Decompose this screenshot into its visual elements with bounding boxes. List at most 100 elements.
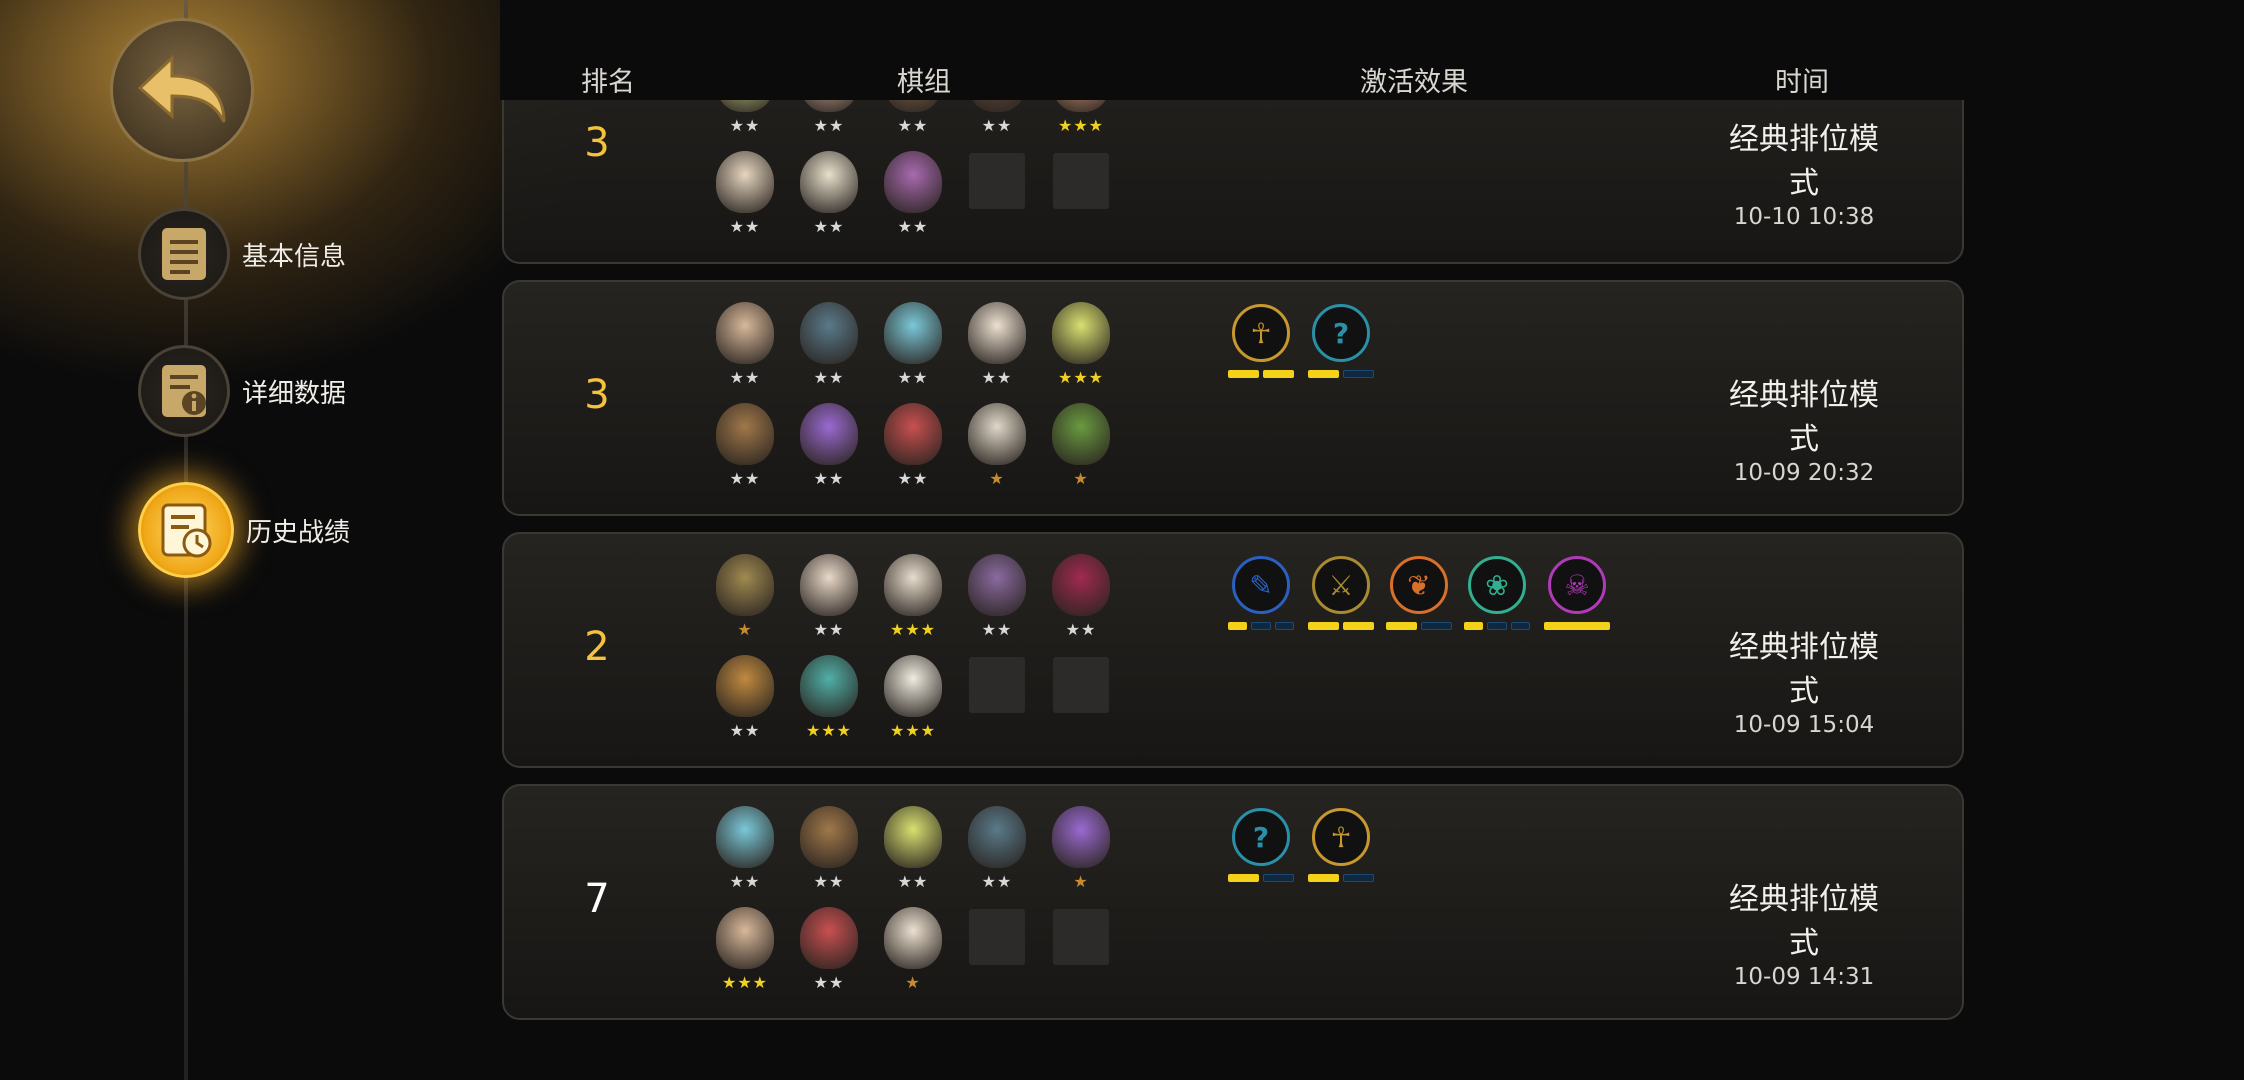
unit-portrait[interactable]: ★★★ bbox=[712, 907, 778, 997]
trait-badge[interactable]: ? bbox=[1308, 304, 1374, 384]
unit-portrait[interactable]: ★★★ bbox=[880, 655, 946, 745]
unit-face-icon bbox=[968, 403, 1026, 465]
nav-label: 基本信息 bbox=[242, 241, 347, 272]
trait-pip bbox=[1464, 622, 1484, 630]
unit-portrait[interactable]: ★★ bbox=[796, 907, 862, 997]
trait-badge[interactable]: ☥ bbox=[1228, 304, 1294, 384]
trait-icon: ? bbox=[1232, 808, 1290, 866]
trait-icon: ☠ bbox=[1548, 556, 1606, 614]
unit-portrait[interactable]: ★★ bbox=[880, 302, 946, 392]
unit-portrait[interactable]: ★★ bbox=[796, 806, 862, 896]
unit-face-icon bbox=[884, 806, 942, 868]
nav-label: 历史战绩 bbox=[246, 517, 351, 548]
unit-stars: ★★ bbox=[729, 872, 761, 891]
unit-portrait[interactable]: ★ bbox=[1048, 806, 1114, 896]
unit-portrait[interactable]: ★★ bbox=[880, 403, 946, 493]
unit-stars: ★★ bbox=[981, 620, 1013, 639]
unit-portrait[interactable]: ★★ bbox=[1048, 554, 1114, 644]
trait-badge[interactable]: ❦ bbox=[1386, 556, 1452, 636]
match-time: 10-10 10:38 bbox=[1733, 204, 1875, 230]
unit-portrait[interactable]: ★★ bbox=[712, 403, 778, 493]
trait-pip bbox=[1343, 622, 1374, 630]
unit-stars: ★★ bbox=[729, 368, 761, 387]
trait-badge[interactable]: ☥ bbox=[1308, 808, 1374, 888]
back-arrow-icon bbox=[137, 54, 226, 123]
table-header: 排名 棋组 激活效果 时间 bbox=[500, 0, 1964, 100]
unit-face-icon bbox=[1052, 806, 1110, 868]
trait-pip bbox=[1228, 874, 1259, 882]
unit-stars: ★★ bbox=[729, 469, 761, 488]
unit-portrait[interactable]: ★★ bbox=[796, 554, 862, 644]
back-button[interactable] bbox=[110, 18, 254, 162]
header-time: 时间 bbox=[1775, 67, 1829, 98]
nav-label: 详细数据 bbox=[242, 378, 347, 409]
match-time: 10-09 20:32 bbox=[1733, 460, 1875, 486]
trait-badge[interactable]: ☠ bbox=[1544, 556, 1610, 636]
unit-portrait[interactable]: ★★★ bbox=[1048, 302, 1114, 392]
unit-portrait[interactable]: ★ bbox=[1048, 403, 1114, 493]
unit-portrait[interactable]: ★★ bbox=[880, 151, 946, 241]
unit-portrait[interactable]: ★★ bbox=[964, 806, 1030, 896]
unit-portrait[interactable]: ★ bbox=[880, 907, 946, 997]
unit-stars: ★★ bbox=[897, 469, 929, 488]
mode-time-block: 经典排位模式 10-09 15:04 bbox=[1725, 622, 1883, 738]
unit-portrait[interactable]: ★★ bbox=[964, 302, 1030, 392]
mode-time-block: 经典排位模式 10-09 14:31 bbox=[1725, 874, 1883, 990]
trait-icon: ☥ bbox=[1232, 304, 1290, 362]
unit-stars: ★★★ bbox=[889, 620, 937, 639]
unit-face-icon bbox=[800, 302, 858, 364]
trait-pip bbox=[1308, 370, 1339, 378]
unit-face-icon bbox=[1052, 302, 1110, 364]
unit-face-icon bbox=[1052, 554, 1110, 616]
trait-pip bbox=[1308, 622, 1339, 630]
trait-pip bbox=[1263, 370, 1294, 378]
empty-unit-slot bbox=[969, 909, 1025, 965]
unit-portrait[interactable]: ★★ bbox=[712, 151, 778, 241]
trait-badge[interactable]: ❀ bbox=[1464, 556, 1530, 636]
trait-pip bbox=[1343, 874, 1374, 882]
unit-stars: ★★ bbox=[981, 368, 1013, 387]
unit-stars: ★★ bbox=[897, 872, 929, 891]
mode-time-block: 经典排位模式 10-10 10:38 bbox=[1725, 114, 1883, 230]
nav-item-detailed-stats[interactable]: 详细数据 bbox=[138, 345, 346, 437]
unit-portrait[interactable]: ★★ bbox=[796, 302, 862, 392]
unit-portrait[interactable]: ★★ bbox=[712, 302, 778, 392]
unit-portrait[interactable]: ★★ bbox=[880, 806, 946, 896]
trait-level-pips bbox=[1228, 370, 1294, 378]
unit-face-icon bbox=[968, 554, 1026, 616]
unit-portrait[interactable]: ★ bbox=[712, 554, 778, 644]
trait-pip bbox=[1228, 622, 1248, 630]
empty-unit-slot bbox=[1053, 153, 1109, 209]
unit-stars: ★★ bbox=[729, 721, 761, 740]
unit-portrait[interactable]: ★★ bbox=[712, 655, 778, 745]
unit-stars: ★ bbox=[1073, 872, 1089, 891]
match-row[interactable]: 2 ★ ★★ ★★★ ★★ ★★ ★★ ★★★ ★★★ ✎ ⚔ ❦ ❀ ☠ 经典排位模式 10-09 15:0… bbox=[502, 532, 1964, 768]
unit-face-icon bbox=[884, 151, 942, 213]
trait-badge[interactable]: ? bbox=[1228, 808, 1294, 888]
match-time: 10-09 14:31 bbox=[1733, 964, 1875, 990]
nav-item-basic-info[interactable]: 基本信息 bbox=[138, 208, 346, 300]
trait-pip bbox=[1263, 874, 1294, 882]
match-row[interactable]: 7 ★★ ★★ ★★ ★★ ★ ★★★ ★★ ★? ☥ 经典排位模式 10-09 14:31 bbox=[502, 784, 1964, 1020]
unit-portrait[interactable]: ★★★ bbox=[880, 554, 946, 644]
trait-pip bbox=[1421, 622, 1452, 630]
nav-item-match-history[interactable]: 历史战绩 bbox=[138, 482, 350, 578]
unit-portrait[interactable]: ★★ bbox=[796, 151, 862, 241]
unit-stars: ★★ bbox=[813, 116, 845, 135]
unit-portrait[interactable]: ★ bbox=[964, 403, 1030, 493]
unit-portrait[interactable]: ★★ bbox=[964, 554, 1030, 644]
unit-portrait[interactable]: ★★★ bbox=[796, 655, 862, 745]
unit-stars: ★★★ bbox=[889, 721, 937, 740]
trait-pip bbox=[1510, 622, 1530, 630]
unit-face-icon bbox=[716, 806, 774, 868]
unit-stars: ★★ bbox=[897, 217, 929, 236]
unit-stars: ★ bbox=[737, 620, 753, 639]
trait-badge[interactable]: ⚔ bbox=[1308, 556, 1374, 636]
unit-portrait[interactable]: ★★ bbox=[712, 806, 778, 896]
trait-level-pips bbox=[1464, 622, 1530, 630]
unit-face-icon bbox=[716, 655, 774, 717]
trait-badge[interactable]: ✎ bbox=[1228, 556, 1294, 636]
match-row[interactable]: 3 ★★ ★★ ★★ ★★ ★★★ ★★ ★★ ★★ ★ ★ ☥? 经典排位模式 10-09 20:32 bbox=[502, 280, 1964, 516]
unit-portrait[interactable]: ★★ bbox=[796, 403, 862, 493]
unit-stars: ★★★ bbox=[1057, 368, 1105, 387]
